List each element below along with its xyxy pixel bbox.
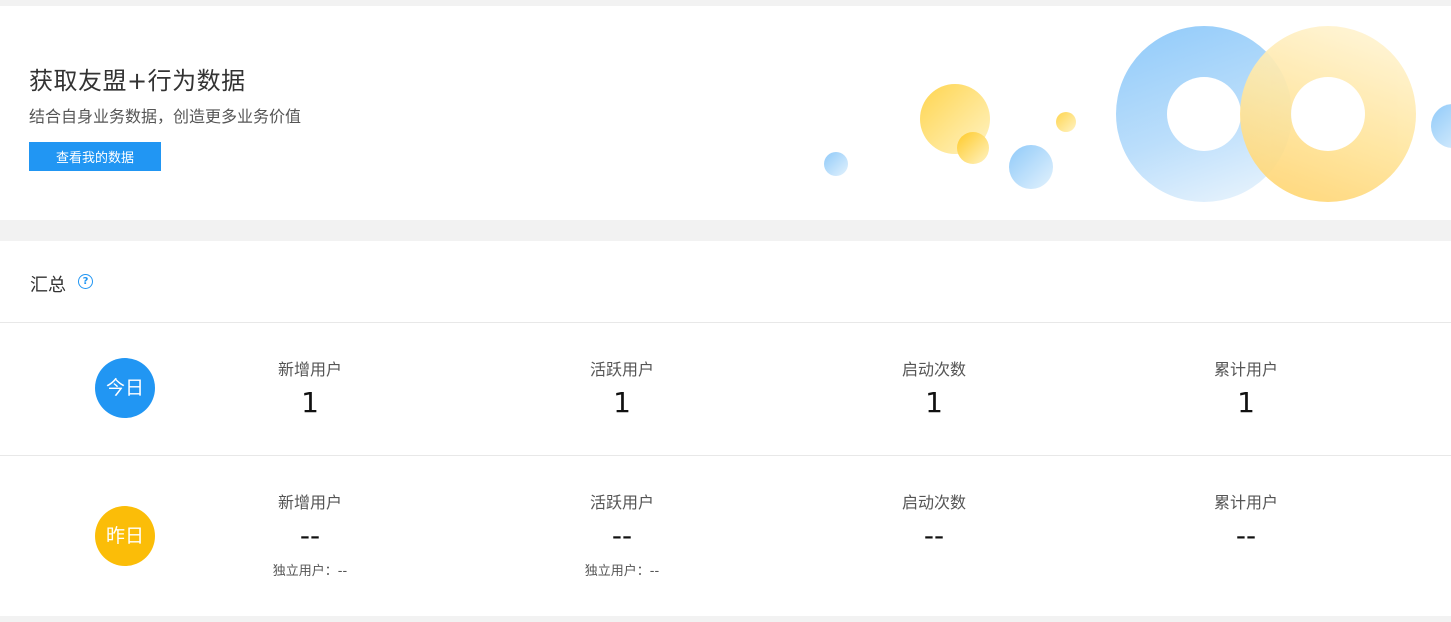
metric-value: 1 <box>613 386 631 419</box>
decorative-bubble <box>1056 112 1076 132</box>
metric-value: -- <box>1235 519 1257 552</box>
metric-total-users: 累计用户 -- <box>1146 489 1346 552</box>
unique-users-text: 独立用户：-- <box>584 564 660 579</box>
decorative-bubble <box>1431 104 1451 148</box>
metric-value: -- <box>611 519 633 552</box>
today-row: 今日 新增用户 1 活跃用户 1 启动次数 1 累计用户 1 <box>0 323 1451 456</box>
metric-new-users: 新增用户 1 <box>210 356 410 419</box>
metric-label: 启动次数 <box>901 360 966 379</box>
metric-value: 1 <box>1237 386 1255 419</box>
today-badge: 今日 <box>95 358 155 418</box>
metric-active-users: 活跃用户 1 <box>522 356 722 419</box>
metric-label: 累计用户 <box>1213 493 1278 512</box>
summary-title: 汇总 <box>30 275 66 296</box>
metric-value: 1 <box>925 386 943 419</box>
yesterday-row: 昨日 新增用户 -- 独立用户：-- 活跃用户 -- 独立用户：-- 启动次数 … <box>0 456 1451 616</box>
banner-title: 获取友盟+行为数据 <box>29 67 246 95</box>
decorative-bubble <box>957 132 989 164</box>
metric-new-users: 新增用户 -- 独立用户：-- <box>210 489 410 579</box>
summary-panel: 汇总 ? 今日 新增用户 1 活跃用户 1 启动次数 1 累计用户 1 昨日 新… <box>0 241 1451 616</box>
metric-launch-count: 启动次数 1 <box>834 356 1034 419</box>
metric-value: -- <box>923 519 945 552</box>
metric-active-users: 活跃用户 -- 独立用户：-- <box>522 489 722 579</box>
decorative-bubble <box>824 152 848 176</box>
summary-header: 汇总 ? <box>0 241 1451 323</box>
metric-label: 累计用户 <box>1213 360 1278 379</box>
question-circle-icon[interactable]: ? <box>78 274 93 289</box>
metric-label: 启动次数 <box>901 493 966 512</box>
metric-label: 活跃用户 <box>589 493 654 512</box>
promo-banner: 获取友盟+行为数据 结合自身业务数据，创造更多业务价值 查看我的数据 <box>0 6 1451 220</box>
metric-value: 1 <box>301 386 319 419</box>
yesterday-badge: 昨日 <box>95 506 155 566</box>
banner-subtitle: 结合自身业务数据，创造更多业务价值 <box>29 107 302 126</box>
metric-label: 新增用户 <box>277 360 342 379</box>
decorative-ring-yellow <box>1240 26 1416 202</box>
metric-label: 活跃用户 <box>589 360 654 379</box>
metric-total-users: 累计用户 1 <box>1146 356 1346 419</box>
decorative-bubble <box>1009 145 1053 189</box>
unique-users-text: 独立用户：-- <box>272 564 348 579</box>
metric-launch-count: 启动次数 -- <box>834 489 1034 552</box>
metric-label: 新增用户 <box>277 493 342 512</box>
metric-value: -- <box>299 519 321 552</box>
view-my-data-button[interactable]: 查看我的数据 <box>29 142 161 171</box>
